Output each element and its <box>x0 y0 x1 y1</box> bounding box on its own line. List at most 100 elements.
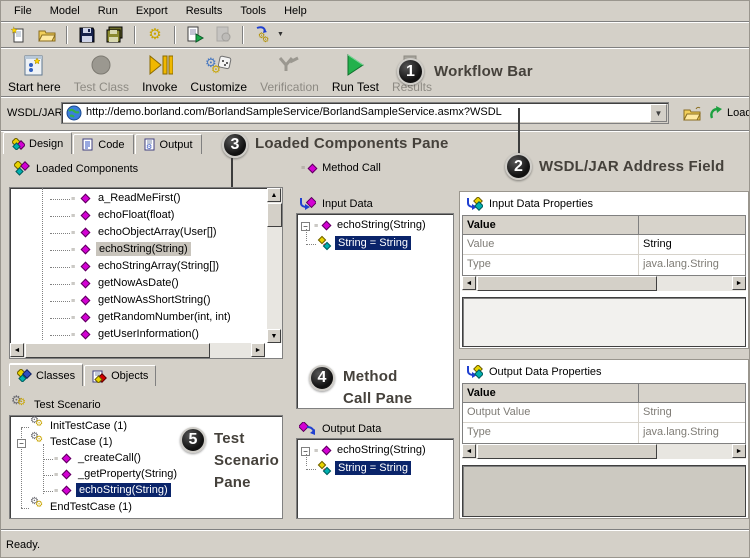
input-data-tree[interactable]: − ≡ echoString(String) ‸ String = String… <box>296 213 454 409</box>
tree-item[interactable]: ≡ echoObjectArray(User[]) <box>10 225 248 241</box>
column-header-value[interactable]: Value <box>463 216 639 234</box>
callout-2-number: 2 <box>514 158 523 176</box>
output-data-properties-panel: Output Data Properties Value Output Valu… <box>459 359 749 519</box>
scroll-up-button[interactable]: ▲ <box>267 188 281 202</box>
method-diamond-icon <box>322 446 332 456</box>
menu-bar: File Model Run Export Results Tools Help <box>1 1 750 21</box>
scrollbar-thumb[interactable] <box>25 343 210 358</box>
menu-tools[interactable]: Tools <box>231 3 275 19</box>
table-row[interactable]: Value String <box>463 235 745 255</box>
tree-item[interactable]: ≡ echoFloat(float) <box>10 208 248 224</box>
callout-1-circle: 1 <box>397 58 424 85</box>
column-header-value[interactable]: Value <box>463 384 639 402</box>
tree-item[interactable]: − ≡ echoString(String) <box>297 443 451 459</box>
tree-item[interactable]: ⚙⚙ EndTestCase (1) <box>10 500 280 516</box>
input-data-header: Input Data <box>299 197 373 210</box>
menu-export[interactable]: Export <box>127 3 177 19</box>
save-button[interactable] <box>75 24 99 46</box>
scroll-down-button[interactable]: ▼ <box>267 329 281 343</box>
horizontal-scrollbar[interactable]: ◄ ► <box>462 444 746 459</box>
tree-connector <box>50 199 70 200</box>
tab-design-label: Design <box>29 138 63 150</box>
menu-run[interactable]: Run <box>89 3 127 19</box>
status-text: Ready. <box>6 539 40 551</box>
tree-item-selected-inactive[interactable]: ≡ echoString(String) <box>10 242 248 258</box>
tree-item[interactable]: ≡ echoStringArray(String[]) <box>10 259 248 275</box>
customize-button[interactable]: ⚙⚙ Customize <box>187 51 250 95</box>
table-row[interactable]: Type java.lang.String <box>463 423 745 443</box>
menu-file[interactable]: File <box>5 3 41 19</box>
table-header-row: Value <box>463 384 745 403</box>
tree-item[interactable]: ≡ a_ReadMeFirst() <box>10 191 248 207</box>
tab-classes[interactable]: Classes <box>9 363 83 386</box>
invoke-button[interactable]: Invoke <box>139 51 180 95</box>
scrollbar-thumb[interactable] <box>477 276 657 291</box>
run-test-button[interactable]: Run Test <box>329 51 382 95</box>
menu-model[interactable]: Model <box>41 3 89 19</box>
scrollbar-thumb[interactable] <box>267 203 282 227</box>
browse-wsdl-button[interactable] <box>679 102 705 124</box>
tree-connector <box>50 335 70 336</box>
horizontal-scrollbar[interactable]: ◄ ► <box>462 276 746 291</box>
wizard-button[interactable]: ⚙⚙ <box>251 24 275 46</box>
table-row[interactable]: Output Value String <box>463 403 745 423</box>
tree-item-label: getUserInformation() <box>98 328 199 340</box>
input-data-icon <box>299 197 316 210</box>
component-view-tabs: Classes Objects <box>9 363 157 386</box>
method-stub-icon: ≡ <box>301 165 305 172</box>
menu-results[interactable]: Results <box>177 3 232 19</box>
tree-item[interactable]: − ≡ echoString(String) <box>297 218 451 234</box>
tab-objects-label: Objects <box>111 370 148 382</box>
open-model-button[interactable] <box>35 24 59 46</box>
tree-item[interactable]: ≡ getRandomNumber(int, int) <box>10 310 248 326</box>
start-here-button[interactable]: Start here <box>5 51 64 95</box>
column-header-blank[interactable] <box>639 384 743 402</box>
tree-item-selected[interactable]: ‸ String = String <box>297 461 451 477</box>
tree-item[interactable]: ≡ getNowAsDate() <box>10 276 248 292</box>
save-all-button[interactable] <box>103 24 127 46</box>
scroll-left-button[interactable]: ◄ <box>462 444 476 458</box>
output-properties-detail-box <box>462 465 746 517</box>
scroll-right-button[interactable]: ► <box>732 444 746 458</box>
table-row[interactable]: Type java.lang.String <box>463 255 745 275</box>
scroll-left-button[interactable]: ◄ <box>462 276 476 290</box>
load-button[interactable]: Load <box>709 102 750 124</box>
output-data-tree[interactable]: − ≡ echoString(String) ‸ String = String <box>296 438 454 519</box>
output-data-header: Output Data <box>299 422 381 435</box>
tab-design[interactable]: Design <box>3 132 72 154</box>
status-bar: Ready. <box>1 533 750 558</box>
scroll-right-button[interactable]: ► <box>732 276 746 290</box>
method-diamond-icon <box>308 163 318 173</box>
wsdl-url-text[interactable]: http://demo.borland.com/BorlandSampleSer… <box>86 106 502 118</box>
tab-code[interactable]: Code <box>73 134 133 154</box>
tree-item[interactable]: ≡ getUserInformation() <box>10 327 248 343</box>
tab-output[interactable]: ⚙ Output <box>135 134 202 154</box>
url-dropdown-button[interactable]: ▼ <box>650 104 667 122</box>
method-stub-icon: ≡ <box>71 315 75 322</box>
wizard-dropdown-arrow-icon[interactable]: ▼ <box>277 31 284 38</box>
tree-item-label: _getProperty(String) <box>78 468 177 480</box>
new-document-button[interactable] <box>7 24 31 46</box>
export-results-button[interactable] <box>183 24 207 46</box>
toolbar: ⚙ ⚙⚙ ▼ <box>1 22 750 47</box>
tree-item-selected[interactable]: ‸ String = String <box>297 236 451 252</box>
property-value[interactable]: String <box>639 235 743 254</box>
method-stub-icon: ≡ <box>71 230 75 237</box>
collapse-toggle[interactable]: − <box>17 439 26 448</box>
callout-5-label-line2: Scenario <box>214 452 279 469</box>
tab-objects[interactable]: Objects <box>84 365 156 386</box>
horizontal-scrollbar[interactable]: ◄ ► <box>10 343 265 358</box>
scroll-left-button[interactable]: ◄ <box>10 343 24 357</box>
wsdl-url-combobox[interactable]: http://demo.borland.com/BorlandSampleSer… <box>61 102 669 124</box>
vertical-scrollbar[interactable]: ▲ ▼ <box>267 188 282 343</box>
scroll-right-button[interactable]: ► <box>251 343 265 357</box>
settings-button[interactable]: ⚙ <box>143 24 167 46</box>
method-diamond-icon <box>81 194 91 204</box>
tree-connector <box>21 427 29 428</box>
menu-help[interactable]: Help <box>275 3 316 19</box>
main-tab-strip: Design Code ⚙ Output <box>3 132 203 154</box>
scrollbar-thumb[interactable] <box>477 444 657 459</box>
tree-item[interactable]: ≡ getNowAsShortString() <box>10 293 248 309</box>
loaded-components-tree[interactable]: ≡ a_ReadMeFirst() ≡ echoFloat(float) ≡ e… <box>9 187 283 359</box>
column-header-blank[interactable] <box>639 216 743 234</box>
